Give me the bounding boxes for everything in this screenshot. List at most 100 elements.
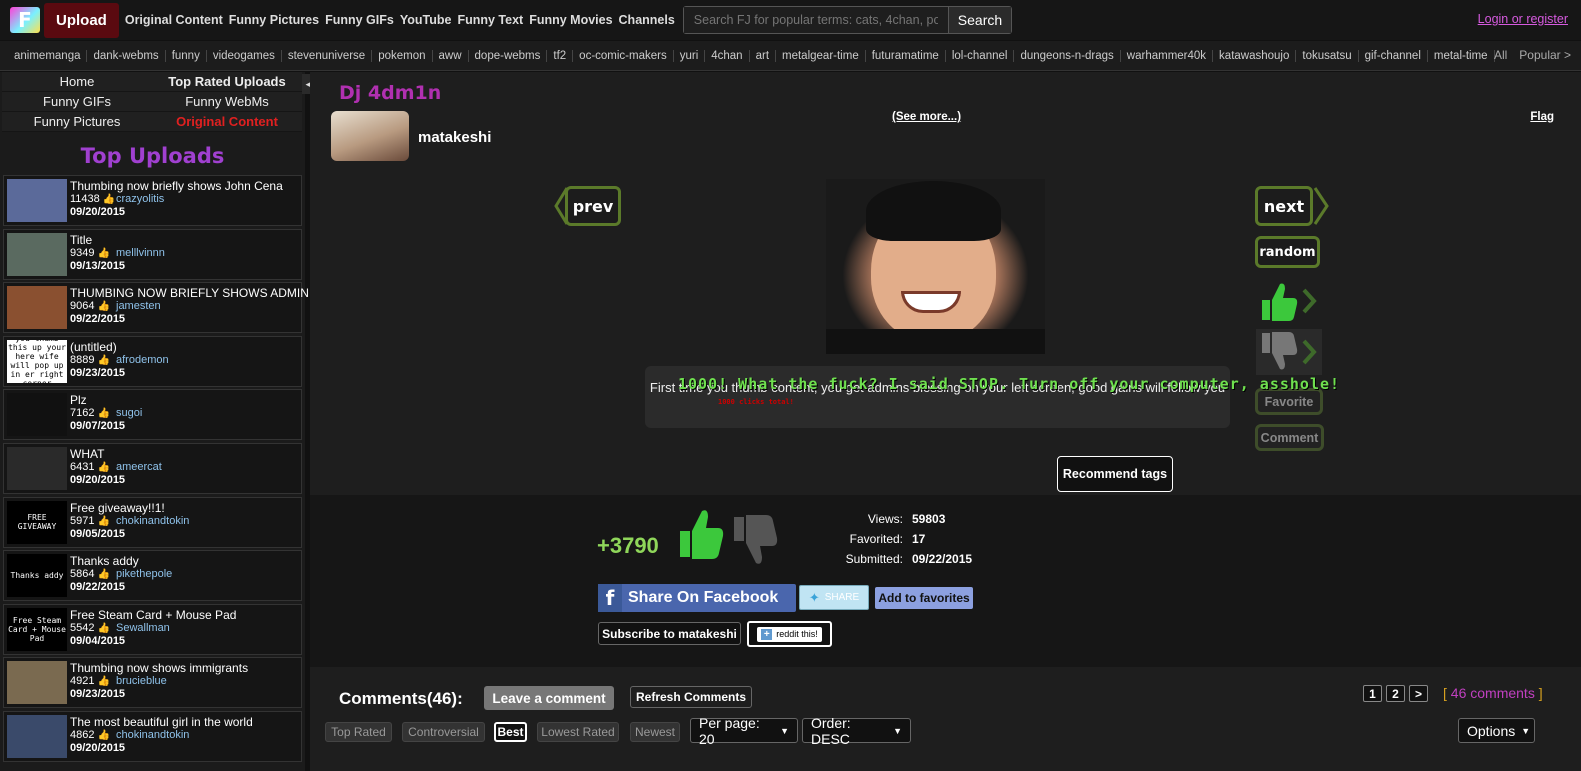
comment-count-link[interactable]: [ 46 comments ] xyxy=(1443,685,1543,701)
upload-user-link[interactable]: ameercat xyxy=(116,461,162,473)
list-item[interactable]: Title 9349 👍 melllvinnn 09/13/2015 xyxy=(3,228,302,280)
subscribe-button[interactable]: Subscribe to matakeshi xyxy=(598,622,741,645)
author-name-link[interactable]: matakeshi xyxy=(418,129,491,146)
share-facebook-button[interactable]: f Share On Facebook xyxy=(598,584,796,612)
popular-tags-link[interactable]: Popular > xyxy=(1519,48,1571,62)
upload-user-link[interactable]: pikethepole xyxy=(116,568,172,580)
tag-link-katawashoujo[interactable]: katawashoujo xyxy=(1213,49,1297,62)
upload-thumbnail[interactable] xyxy=(7,232,67,276)
reddit-button[interactable]: + reddit this! xyxy=(747,621,832,647)
thumb-down-button[interactable] xyxy=(1256,329,1322,375)
tag-link-dungeons-n-drags[interactable]: dungeons-n-drags xyxy=(1014,49,1121,62)
upload-title[interactable]: Plz xyxy=(70,393,87,407)
tag-link-metalgear-time[interactable]: metalgear-time xyxy=(776,49,866,62)
nav-channels[interactable]: Channels xyxy=(619,13,675,27)
nav-youtube[interactable]: YouTube xyxy=(400,13,452,27)
nav-funny-text[interactable]: Funny Text xyxy=(457,13,523,27)
tag-link-videogames[interactable]: videogames xyxy=(207,49,282,62)
tag-link-dope-webms[interactable]: dope-webms xyxy=(469,49,548,62)
share-twitter-button[interactable]: ✦ SHARE xyxy=(799,585,869,610)
upload-user-link[interactable]: brucieblue xyxy=(116,675,167,687)
tag-link-oc-comic-makers[interactable]: oc-comic-makers xyxy=(573,49,674,62)
list-item[interactable]: FREE GIVEAWAY Free giveaway!!1! 5971 👍 chok… xyxy=(3,496,302,548)
upload-title[interactable]: THUMBING NOW BRIEFLY SHOWS ADMIN xyxy=(70,286,309,300)
tag-link-stevenuniverse[interactable]: stevenuniverse xyxy=(282,49,373,62)
upload-title[interactable]: The most beautiful girl in the world xyxy=(70,715,253,729)
upload-user-link[interactable]: jamesten xyxy=(116,300,161,312)
login-register-link[interactable]: Login or register xyxy=(1478,12,1568,26)
sidebar-item-original-content[interactable]: Original Content xyxy=(152,112,302,132)
page-1-button[interactable]: 1 xyxy=(1363,685,1382,702)
page-2-button[interactable]: 2 xyxy=(1386,685,1405,702)
avatar[interactable] xyxy=(331,111,409,161)
upload-user-link[interactable]: afrodemon xyxy=(116,354,169,366)
nav-funny-movies[interactable]: Funny Movies xyxy=(529,13,612,27)
per-page-select[interactable]: Per page: 20 ▼ xyxy=(690,715,798,747)
list-item[interactable]: The most beautiful girl in the world 4862… xyxy=(3,710,302,762)
search-input[interactable] xyxy=(683,7,948,33)
upload-thumbnail[interactable] xyxy=(7,661,67,705)
upload-user-link[interactable]: chokinandtokin xyxy=(116,515,189,527)
sort-top-rated[interactable]: Top Rated xyxy=(325,722,392,742)
refresh-comments-button[interactable]: Refresh Comments xyxy=(630,686,752,708)
list-item[interactable]: Thumbing now briefly shows John Cena 1143… xyxy=(3,175,302,226)
sort-newest[interactable]: Newest xyxy=(630,722,680,742)
content-image[interactable] xyxy=(826,179,1045,354)
tag-link-yuri[interactable]: yuri xyxy=(674,49,706,62)
tag-link-aww[interactable]: aww xyxy=(433,49,469,62)
upload-user-link[interactable]: melllvinnn xyxy=(116,247,165,259)
upload-thumbnail[interactable]: you thumb this up your here wife will po… xyxy=(7,339,67,383)
upload-title[interactable]: Title xyxy=(70,233,92,247)
upload-user-link[interactable]: Sewallman xyxy=(116,622,170,634)
tag-link-tokusatsu[interactable]: tokusatsu xyxy=(1296,49,1359,62)
flag-link[interactable]: Flag xyxy=(1530,111,1554,123)
sidebar-item-funny-pictures[interactable]: Funny Pictures xyxy=(2,112,152,132)
tag-link-4chan[interactable]: 4chan xyxy=(705,49,750,62)
tag-link-animemanga[interactable]: animemanga xyxy=(8,49,88,62)
tag-link-tf2[interactable]: tf2 xyxy=(547,49,574,62)
leave-comment-button[interactable]: Leave a comment xyxy=(484,686,614,710)
tag-link-funny[interactable]: funny xyxy=(166,49,207,62)
upload-title[interactable]: Thanks addy xyxy=(70,554,139,568)
nav-funny-gifs[interactable]: Funny GIFs xyxy=(325,13,394,27)
upload-thumbnail[interactable] xyxy=(7,393,67,437)
nav-original-content[interactable]: Original Content xyxy=(125,13,223,27)
random-button[interactable]: random xyxy=(1255,236,1320,268)
search-button[interactable]: Search xyxy=(947,7,1012,33)
upload-thumbnail[interactable] xyxy=(7,446,67,490)
upload-title[interactable]: Thumbing now briefly shows John Cena xyxy=(70,179,283,193)
sort-best[interactable]: Best xyxy=(494,722,527,742)
big-thumb-down-icon[interactable] xyxy=(732,513,782,567)
comment-button[interactable]: Comment xyxy=(1255,424,1324,451)
upload-thumbnail[interactable] xyxy=(7,714,67,758)
upload-title[interactable]: WHAT xyxy=(70,447,104,461)
sort-lowest-rated[interactable]: Lowest Rated xyxy=(537,722,619,742)
upload-thumbnail[interactable] xyxy=(7,286,67,330)
list-item[interactable]: Thumbing now shows immigrants 4921 👍 bruci… xyxy=(3,657,302,709)
upload-title[interactable]: Free giveaway!!1! xyxy=(70,501,165,515)
tag-link-warhammer40k[interactable]: warhammer40k xyxy=(1121,49,1214,62)
sort-controversial[interactable]: Controversial xyxy=(402,722,485,742)
upload-title[interactable]: (untitled) xyxy=(70,340,117,354)
tag-link-dank-webms[interactable]: dank-webms xyxy=(87,49,166,62)
sidebar-item-home[interactable]: Home xyxy=(2,72,152,92)
upload-title[interactable]: Free Steam Card + Mouse Pad xyxy=(70,608,236,622)
list-item[interactable]: WHAT 6431 👍 ameercat 09/20/2015 xyxy=(3,442,302,494)
upload-user-link[interactable]: crazyolitis xyxy=(116,193,164,205)
all-tags-link[interactable]: All xyxy=(1494,48,1507,62)
prev-button[interactable]: prev xyxy=(565,186,621,226)
upload-user-link[interactable]: sugoi xyxy=(116,407,142,419)
tag-link-futuramatime[interactable]: futuramatime xyxy=(866,49,946,62)
list-item[interactable]: THUMBING NOW BRIEFLY SHOWS ADMIN 9064 👍 ja… xyxy=(3,282,309,334)
order-select[interactable]: Order: DESC ▼ xyxy=(802,715,911,747)
big-thumb-up-icon[interactable] xyxy=(678,507,728,561)
next-page-button[interactable]: > xyxy=(1409,685,1428,702)
tag-link-metal-time[interactable]: metal-time xyxy=(1428,49,1495,62)
upload-thumbnail[interactable]: Free Steam Card + Mouse Pad xyxy=(7,607,67,651)
list-item[interactable]: Plz 7162 👍 sugoi 09/07/2015 xyxy=(3,389,302,441)
tag-link-art[interactable]: art xyxy=(750,49,777,62)
upload-thumbnail[interactable]: FREE GIVEAWAY xyxy=(7,500,67,544)
upload-user-link[interactable]: chokinandtokin xyxy=(116,729,189,741)
site-logo[interactable]: F xyxy=(10,7,40,33)
options-select[interactable]: Options ▼ xyxy=(1458,718,1535,743)
